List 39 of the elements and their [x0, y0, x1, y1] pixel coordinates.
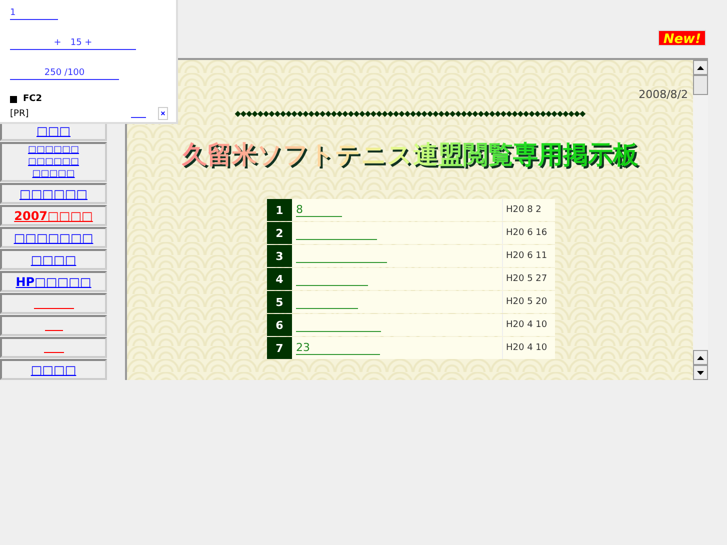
topic-date: H20 4 10: [503, 314, 555, 336]
topic-date: H20 5 20: [503, 291, 555, 313]
sidebar-item[interactable]: [0, 337, 107, 358]
ad-link[interactable]: + 15 +: [10, 38, 136, 50]
post-date: 2008/8/2: [638, 88, 688, 101]
diamond-divider: ◆◆◆◆◆◆◆◆◆◆◆◆◆◆◆◆◆◆◆◆◆◆◆◆◆◆◆◆◆◆◆◆◆◆◆◆◆◆◆◆◆◆◆◆◆◆◆◆◆◆◆◆◆◆◆◆◆◆◆◆◆◆: [234, 109, 586, 118]
topic-date: H20 6 11: [503, 245, 555, 267]
topic-date: H20 4 10: [503, 337, 555, 359]
close-button[interactable]: ×: [158, 107, 168, 120]
new-badge: New!: [658, 30, 706, 46]
sidebar-item[interactable]: □□□□: [0, 359, 107, 380]
up-arrow-icon[interactable]: [697, 66, 704, 70]
row-number: 6: [267, 314, 292, 336]
sidebar-item[interactable]: [0, 293, 107, 314]
down-arrow-icon[interactable]: [697, 370, 704, 374]
topic-date: H20 8 2: [503, 199, 555, 221]
topic-link[interactable]: 8: [296, 203, 342, 217]
row-number: 7: [267, 337, 292, 359]
ad-link[interactable]: 250 /100: [10, 68, 119, 80]
sidebar-item[interactable]: □□□□□□□: [0, 227, 107, 248]
square-icon: [10, 96, 17, 102]
sidebar-item[interactable]: [0, 315, 107, 336]
sidebar-item[interactable]: □□□□: [0, 249, 107, 270]
scroll-thumb[interactable]: [693, 75, 708, 95]
sidebar-item[interactable]: □□□□□□: [0, 183, 107, 204]
topic-date: H20 6 16: [503, 222, 555, 244]
pr-label: [PR]: [10, 108, 30, 118]
sidebar-item[interactable]: □□□□□□ □□□□□□ □□□□□: [0, 142, 107, 182]
row-number: 5: [267, 291, 292, 313]
row-number: 2: [267, 222, 292, 244]
brand-label: FC2: [23, 94, 42, 104]
ad-link[interactable]: 1: [10, 8, 58, 20]
scrollbar[interactable]: [693, 60, 708, 380]
up-arrow-icon[interactable]: [697, 356, 704, 360]
row-number: 4: [267, 268, 292, 290]
row-number: 1: [267, 199, 292, 221]
row-number: 3: [267, 245, 292, 267]
sidebar-item[interactable]: HP□□□□□: [0, 271, 107, 292]
topic-date: H20 5 27: [503, 268, 555, 290]
